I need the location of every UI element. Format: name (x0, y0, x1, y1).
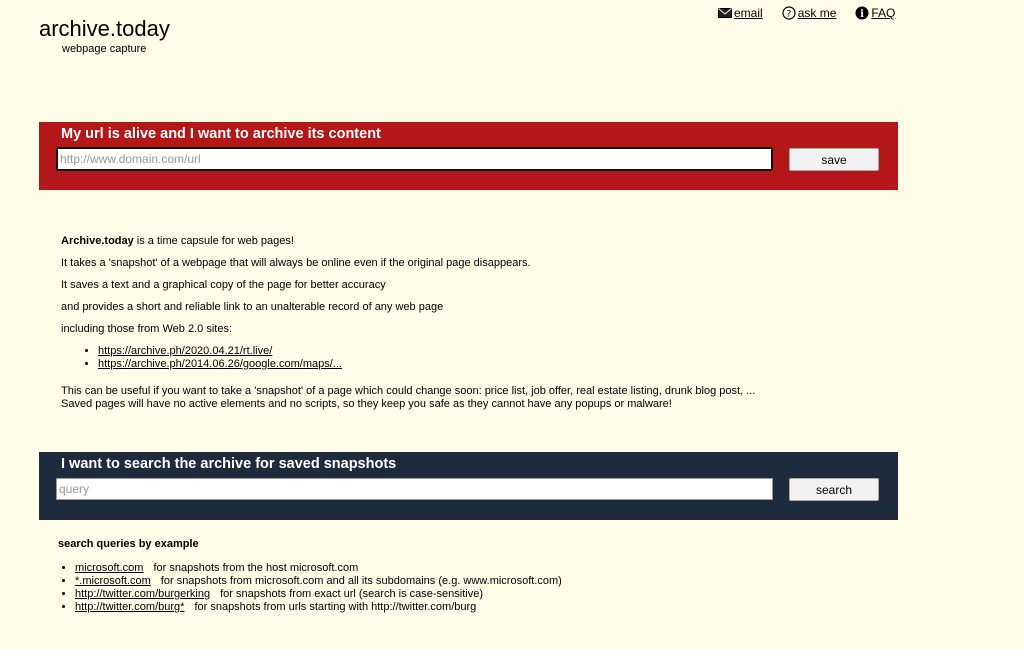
url-input[interactable] (56, 147, 773, 171)
example-desc: for snapshots from exact url (search is … (220, 588, 483, 600)
example-query-link[interactable]: http://twitter.com/burgerking (75, 588, 210, 600)
search-form-title: I want to search the archive for saved s… (61, 456, 397, 472)
example-query-link[interactable]: http://twitter.com/burg* (75, 601, 184, 613)
brand-name: Archive.today (61, 235, 134, 247)
email-link[interactable]: email (734, 6, 763, 20)
examples-title: search queries by example (58, 538, 199, 550)
list-item: http://twitter.com/burgerking for snapsho… (75, 588, 562, 601)
list-item: microsoft.com for snapshots from the host… (75, 562, 562, 575)
faq-link[interactable]: FAQ (871, 6, 895, 20)
description: Archive.today is a time capsule for web … (61, 230, 755, 411)
example-query-link[interactable]: *.microsoft.com (75, 575, 151, 587)
logo: archive.today webpage capture (39, 16, 170, 55)
archive-form-title: My url is alive and I want to archive it… (61, 126, 381, 142)
info-icon: i (855, 6, 869, 20)
logo-title: archive.today (39, 16, 170, 41)
email-link-wrap: email (718, 6, 763, 20)
question-icon: ? (782, 6, 796, 20)
example-desc: for snapshots from microsoft.com and all… (160, 575, 562, 587)
top-links: email ? ask me i FAQ (718, 6, 895, 20)
desc-line-2: It takes a 'snapshot' of a webpage that … (61, 257, 531, 269)
search-input[interactable] (56, 478, 773, 500)
example-link-maps[interactable]: https://archive.ph/2014.06.26/google.com… (98, 358, 342, 370)
ask-me-link[interactable]: ask me (798, 6, 837, 20)
example-links: https://archive.ph/2020.04.21/rt.live/ h… (61, 345, 755, 371)
archive-form: My url is alive and I want to archive it… (39, 122, 898, 190)
desc-line-5: including those from Web 2.0 sites: (61, 323, 232, 335)
example-desc: for snapshots from the host microsoft.co… (153, 562, 359, 574)
example-desc: for snapshots from urls starting with ht… (194, 601, 477, 613)
list-item: http://twitter.com/burg* for snapshots fr… (75, 601, 562, 614)
list-item: *.microsoft.com for snapshots from micros… (75, 575, 562, 588)
search-examples: search queries by example microsoft.com f… (58, 538, 562, 614)
envelope-icon (718, 8, 732, 18)
ask-link-wrap: ? ask me (782, 6, 837, 20)
list-item: https://archive.ph/2020.04.21/rt.live/ (98, 345, 755, 358)
desc-note: This can be useful if you want to take a… (61, 385, 755, 411)
example-link-rt[interactable]: https://archive.ph/2020.04.21/rt.live/ (98, 345, 272, 357)
desc-note-1: This can be useful if you want to take a… (61, 385, 756, 397)
desc-line-4: and provides a short and reliable link t… (61, 301, 444, 313)
faq-link-wrap: i FAQ (855, 6, 895, 20)
svg-text:?: ? (786, 10, 791, 20)
desc-line-3: It saves a text and a graphical copy of … (61, 279, 386, 291)
svg-text:i: i (860, 9, 864, 20)
search-form: I want to search the archive for saved s… (39, 452, 898, 520)
desc-note-2: Saved pages will have no active elements… (61, 398, 672, 410)
search-button[interactable]: search (789, 478, 879, 501)
examples-list: microsoft.com for snapshots from the host… (58, 562, 562, 614)
save-button[interactable]: save (789, 148, 879, 171)
example-query-link[interactable]: microsoft.com (75, 562, 143, 574)
desc-line-1: Archive.today is a time capsule for web … (61, 235, 294, 247)
logo-subtitle: webpage capture (62, 43, 147, 55)
list-item: https://archive.ph/2014.06.26/google.com… (98, 358, 755, 371)
